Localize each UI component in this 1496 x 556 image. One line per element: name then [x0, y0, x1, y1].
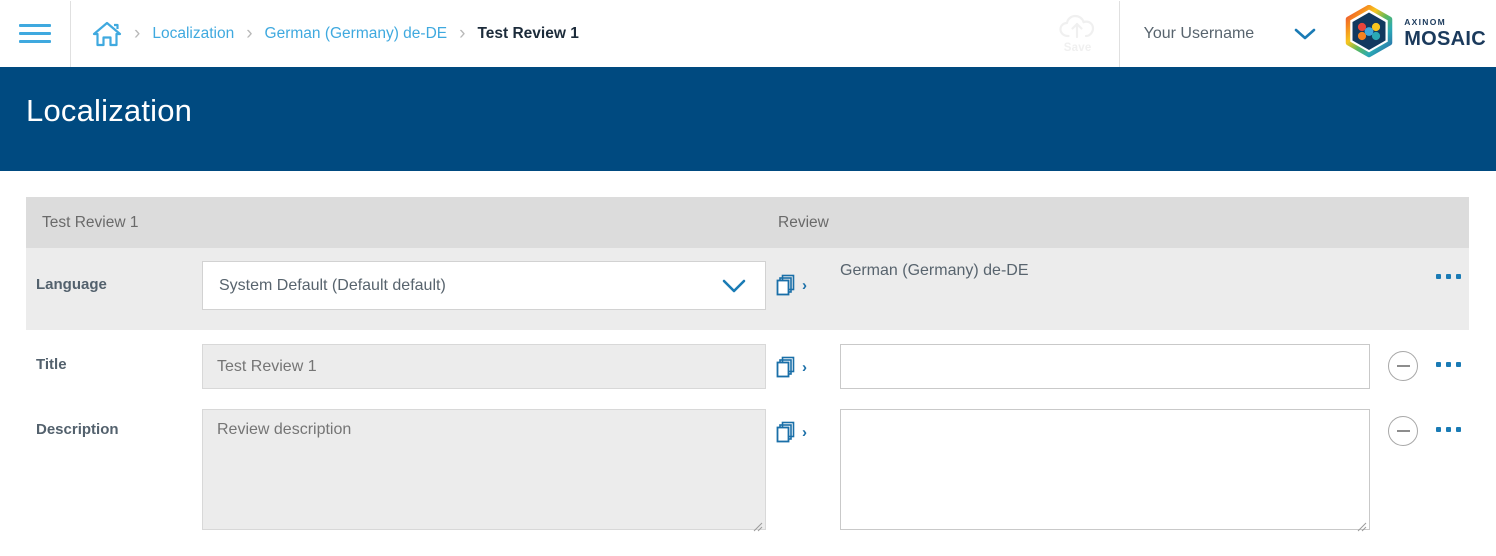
save-button-label: Save — [1064, 42, 1092, 54]
table-row: Description › — [26, 395, 1469, 535]
remove-title-button[interactable] — [1370, 344, 1436, 381]
cloud-upload-icon — [1058, 13, 1098, 41]
more-options-icon — [1436, 274, 1461, 279]
user-name-label: Your Username — [1144, 25, 1255, 43]
breadcrumb-item-localization[interactable]: Localization — [152, 25, 234, 43]
page-banner: Localization — [0, 67, 1496, 171]
copy-arrow-icon: › — [802, 360, 807, 375]
breadcrumb-separator: › — [134, 24, 140, 43]
remove-description-button[interactable] — [1370, 409, 1436, 446]
column-header-source: Test Review 1 — [26, 214, 778, 232]
row-options-button-title[interactable] — [1436, 344, 1496, 367]
remove-circle-icon — [1388, 416, 1418, 446]
language-select-value: System Default (Default default) — [219, 277, 446, 295]
main-content: Test Review 1 Review Language System Def… — [0, 171, 1496, 535]
field-label-title: Title — [26, 344, 202, 373]
field-label-description: Description — [26, 409, 202, 438]
remove-circle-icon — [1388, 351, 1418, 381]
copy-arrow-icon: › — [802, 425, 807, 440]
copy-to-target-button-description[interactable]: › — [766, 409, 840, 444]
breadcrumb-item-language[interactable]: German (Germany) de-DE — [265, 25, 448, 43]
localization-table: Test Review 1 Review Language System Def… — [26, 197, 1469, 535]
more-options-icon — [1436, 427, 1461, 432]
more-options-icon — [1436, 362, 1461, 367]
title-source-input — [202, 344, 766, 389]
breadcrumb-separator: › — [459, 24, 465, 43]
language-select[interactable]: System Default (Default default) — [202, 261, 766, 310]
hamburger-icon — [19, 19, 51, 48]
table-row: Language System Default (Default default… — [26, 248, 1469, 330]
app-logo: AXINOM MOSAIC — [1340, 0, 1496, 67]
chevron-down-icon — [720, 277, 748, 295]
mosaic-hexagon-logo — [1340, 5, 1398, 63]
copy-to-target-button-title[interactable]: › — [766, 344, 840, 379]
breadcrumb: › Localization › German (Germany) de-DE … — [71, 0, 1047, 67]
table-row: Title › — [26, 330, 1469, 395]
logo-brand-top: AXINOM — [1404, 18, 1486, 27]
row-options-button-language[interactable] — [1436, 248, 1496, 279]
breadcrumb-item-current: Test Review 1 — [477, 25, 578, 43]
home-icon[interactable] — [92, 20, 122, 48]
logo-brand-main: MOSAIC — [1404, 29, 1486, 49]
top-navigation-bar: › Localization › German (Germany) de-DE … — [0, 0, 1496, 67]
table-header-row: Test Review 1 Review — [26, 197, 1469, 248]
hamburger-menu-button[interactable] — [0, 0, 70, 67]
title-target-input[interactable] — [840, 344, 1370, 389]
copy-icon — [776, 355, 800, 379]
target-value-language: German (Germany) de-DE — [840, 248, 1370, 280]
chevron-down-icon — [1292, 26, 1318, 42]
description-target-textarea[interactable] — [840, 409, 1370, 530]
copy-icon — [776, 273, 800, 297]
row-options-button-description[interactable] — [1436, 409, 1496, 432]
copy-icon — [776, 420, 800, 444]
description-source-textarea — [202, 409, 766, 530]
page-title: Localization — [26, 93, 1496, 129]
column-header-target: Review — [778, 214, 829, 232]
save-button[interactable]: Save — [1047, 0, 1109, 67]
breadcrumb-separator: › — [246, 24, 252, 43]
copy-arrow-icon: › — [802, 278, 807, 293]
field-label-language: Language — [26, 248, 202, 293]
user-menu[interactable]: Your Username — [1120, 0, 1341, 67]
copy-to-target-button-language[interactable]: › — [766, 248, 840, 297]
